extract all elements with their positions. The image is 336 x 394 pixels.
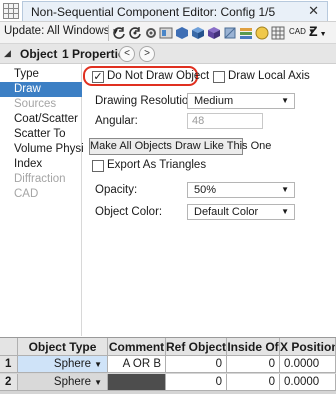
- nav-item-scatter-to[interactable]: Scatter To: [0, 127, 82, 142]
- checkmark-icon: ✓: [93, 71, 103, 83]
- chevron-down-icon[interactable]: ▼: [94, 374, 102, 390]
- slice-icon[interactable]: [223, 26, 237, 40]
- chevron-down-icon: ▼: [281, 96, 289, 105]
- next-object-button[interactable]: >: [139, 46, 155, 62]
- refresh-icon[interactable]: [112, 26, 126, 40]
- object-color-select[interactable]: Default Color ▼: [187, 204, 295, 220]
- column-header-ref-object[interactable]: Ref Object: [166, 338, 227, 356]
- column-header-comment[interactable]: Comment: [108, 338, 166, 356]
- window-title: Non-Sequential Component Editor: Config …: [31, 5, 276, 19]
- solid-icon[interactable]: [175, 26, 189, 40]
- nav-item-coat-scatter[interactable]: Coat/Scatter: [0, 112, 82, 127]
- chevron-down-icon: ▼: [281, 185, 289, 194]
- angular-field[interactable]: 48: [187, 113, 263, 129]
- object-type-cell[interactable]: Sphere ▼: [18, 356, 108, 373]
- ref-object-cell[interactable]: 0: [166, 356, 227, 373]
- grid-icon[interactable]: [271, 26, 285, 40]
- draw-settings-panel: ✓ Do Not Draw Object Draw Local Axis Dra…: [83, 64, 336, 336]
- layers-icon[interactable]: [239, 26, 253, 40]
- ref-object-cell[interactable]: 0: [166, 374, 227, 391]
- cube-icon[interactable]: [191, 26, 205, 40]
- drawing-resolution-value: Medium: [194, 95, 234, 107]
- nav-item-label: Index: [14, 158, 43, 170]
- export-triangles-checkbox[interactable]: [92, 160, 104, 172]
- row-number-header: [0, 338, 18, 356]
- drawing-resolution-select[interactable]: Medium ▼: [187, 93, 295, 109]
- nav-item-label: CAD: [14, 188, 39, 200]
- x-position-cell[interactable]: 0.0000: [280, 356, 336, 373]
- collapse-caret-icon[interactable]: ◢: [4, 48, 11, 59]
- object-type-value: Sphere: [53, 358, 91, 370]
- toolbar: Update: All Windows ▼ CAD ▼ Z ▼: [0, 22, 336, 44]
- nav-item-label: Type: [14, 68, 39, 80]
- color-icon[interactable]: [255, 26, 269, 40]
- x-position-cell[interactable]: 0.0000: [280, 374, 336, 391]
- nav-item-index[interactable]: Index: [0, 157, 82, 172]
- column-header-inside-of[interactable]: Inside Of: [227, 338, 280, 356]
- angular-label: Angular:: [95, 115, 138, 127]
- object-label: Object: [20, 47, 58, 61]
- do-not-draw-label: Do Not Draw Object: [107, 70, 210, 82]
- window-tab[interactable]: Non-Sequential Component Editor: Config …: [22, 1, 328, 21]
- object-color-value: Default Color: [194, 206, 259, 218]
- object-color-label: Object Color:: [95, 206, 163, 218]
- nav-item-draw[interactable]: Draw: [0, 82, 82, 97]
- nav-item-sources[interactable]: Sources: [0, 97, 82, 112]
- make-all-objects-draw-button[interactable]: Make All Objects Draw Like This One: [89, 138, 271, 155]
- title-bar: Non-Sequential Component Editor: Config …: [0, 0, 336, 22]
- do-not-draw-checkbox[interactable]: ✓: [92, 71, 104, 83]
- cube-alt-icon[interactable]: [207, 26, 221, 40]
- layout-icon[interactable]: [159, 26, 173, 40]
- chevron-down-icon: ▼: [281, 207, 289, 216]
- object-type-cell[interactable]: Sphere ▼: [18, 374, 108, 391]
- nav-item-cad[interactable]: CAD: [0, 187, 82, 202]
- nav-item-label: Draw: [14, 83, 41, 95]
- angular-value: 48: [192, 115, 205, 127]
- nav-item-label: Coat/Scatter: [14, 113, 78, 125]
- opacity-value: 50%: [194, 184, 217, 196]
- nav-item-type[interactable]: Type: [0, 67, 82, 82]
- nav-item-label: Diffraction: [14, 173, 66, 185]
- nav-item-volume-physics[interactable]: Volume Physics: [0, 142, 95, 157]
- update-dropdown[interactable]: Update: All Windows ▼: [4, 25, 119, 37]
- object-type-value: Sphere: [53, 376, 91, 388]
- column-header-object-type[interactable]: Object Type: [18, 338, 108, 356]
- opacity-select[interactable]: 50% ▼: [187, 182, 295, 198]
- column-header-x-position[interactable]: X Position: [280, 338, 336, 356]
- object-table: Object Type Comment Ref Object Inside Of…: [0, 337, 336, 394]
- opacity-label: Opacity:: [95, 184, 138, 196]
- property-category-list: Type Draw Sources Coat/Scatter Scatter T…: [0, 64, 95, 336]
- draw-local-axis-checkbox[interactable]: [213, 71, 225, 83]
- export-triangles-label: Export As Triangles: [107, 159, 207, 171]
- chevron-down-icon: ▼: [319, 31, 327, 38]
- row-number[interactable]: 1: [0, 356, 18, 373]
- editor-grid-icon: [3, 3, 19, 19]
- nav-item-label: Scatter To: [14, 128, 66, 140]
- inside-of-cell[interactable]: 0: [227, 374, 280, 391]
- nav-item-label: Sources: [14, 98, 57, 110]
- comment-cell[interactable]: [108, 374, 166, 391]
- cad-dropdown-label: CAD: [289, 27, 306, 36]
- object-header: ◢ Object 1 Properties < >: [0, 44, 336, 64]
- update-dropdown-label: Update: All Windows: [4, 25, 110, 37]
- nav-item-diffraction[interactable]: Diffraction: [0, 172, 82, 187]
- settings-icon[interactable]: [144, 26, 158, 40]
- previous-object-button[interactable]: <: [119, 46, 135, 62]
- refresh-all-icon[interactable]: [128, 26, 142, 40]
- z-dropdown-label: Z: [309, 23, 318, 39]
- drawing-resolution-label: Drawing Resolution:: [95, 95, 198, 107]
- row-number[interactable]: 2: [0, 374, 18, 391]
- toolbar-divider: [108, 25, 109, 41]
- chevron-down-icon[interactable]: ▼: [94, 356, 102, 372]
- close-icon[interactable]: ✕: [308, 3, 319, 19]
- make-all-objects-draw-label: Make All Objects Draw Like This One: [90, 140, 272, 152]
- z-dropdown[interactable]: Z ▼: [309, 23, 327, 39]
- draw-local-axis-label: Draw Local Axis: [228, 70, 310, 82]
- inside-of-cell[interactable]: 0: [227, 356, 280, 373]
- comment-cell[interactable]: A OR B: [108, 356, 166, 373]
